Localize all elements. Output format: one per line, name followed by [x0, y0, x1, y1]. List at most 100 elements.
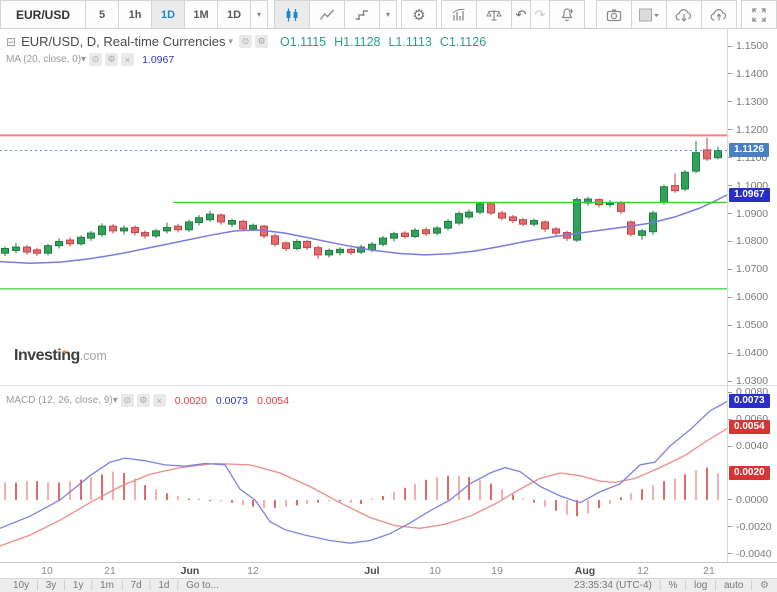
- time-axis-label: 21: [691, 565, 727, 577]
- chart-type-dropdown-icon[interactable]: ▾: [379, 0, 397, 29]
- load-chart-button[interactable]: [666, 0, 702, 29]
- candle-body: [466, 212, 473, 217]
- candle-body: [553, 229, 560, 233]
- step-line-icon: [354, 7, 370, 23]
- separator: |: [121, 580, 124, 591]
- save-chart-button[interactable]: [701, 0, 737, 29]
- fullscreen-button[interactable]: [741, 0, 777, 29]
- macd-histogram-bar: [209, 500, 211, 501]
- timeframe-1h[interactable]: 1h: [118, 0, 152, 29]
- line-chart-icon: [319, 7, 335, 23]
- chart-area[interactable]: ⊟ EUR/USD, D, Real-time Currencies ▾ ⊙ ⚙…: [0, 29, 727, 562]
- low-value: L1.1113: [388, 35, 431, 49]
- separator: |: [750, 580, 753, 591]
- macd-dropdown-icon[interactable]: ▾: [113, 395, 118, 406]
- timeframe-1d-custom[interactable]: 1D: [217, 0, 251, 29]
- macd-histogram-bar: [274, 500, 276, 508]
- candle-body: [99, 226, 106, 234]
- auto-scale-button[interactable]: auto: [724, 580, 743, 591]
- timeframe-5[interactable]: 5: [85, 0, 119, 29]
- price-tick-label: 1.0400: [728, 347, 768, 359]
- ma-gear-icon[interactable]: ⚙: [105, 53, 118, 66]
- range-1y-button[interactable]: 1y: [73, 580, 84, 591]
- chart-type-line-button[interactable]: [309, 0, 345, 29]
- symbol-button[interactable]: EUR/USD: [0, 0, 86, 29]
- compare-button[interactable]: [476, 0, 512, 29]
- percent-scale-button[interactable]: %: [668, 580, 677, 591]
- time-axis[interactable]: 1021Jun12Jul1019Aug1221: [0, 562, 777, 578]
- axis-settings-gear-icon[interactable]: ⚙: [760, 580, 769, 591]
- price-axis[interactable]: 1.15001.14001.13001.12001.11001.10001.09…: [727, 29, 777, 562]
- separator: |: [176, 580, 179, 591]
- ma-value: 1.0967: [142, 54, 174, 66]
- macd-histogram-bar: [317, 500, 319, 503]
- range-3y-button[interactable]: 3y: [46, 580, 57, 591]
- macd-histogram-bar: [177, 496, 179, 500]
- ma-eye-icon[interactable]: ⊙: [89, 53, 102, 66]
- macd-histogram-bar: [436, 477, 438, 500]
- time-axis-label: Jul: [354, 565, 390, 577]
- redo-button[interactable]: ↷: [530, 0, 550, 29]
- macd-tick-label: 0.0040: [728, 440, 768, 452]
- instrument-title[interactable]: EUR/USD, D, Real-time Currencies: [21, 34, 225, 49]
- ma-label[interactable]: MA (20, close, 0): [6, 54, 81, 65]
- macd-histogram-bar: [630, 493, 632, 500]
- ma-close-icon[interactable]: ×: [121, 53, 134, 66]
- candle-body: [380, 238, 387, 244]
- price-tick-label: 1.0500: [728, 319, 768, 331]
- indicators-button[interactable]: [441, 0, 477, 29]
- macd-badge: 0.0020: [729, 466, 770, 480]
- time-axis-label: 12: [625, 565, 661, 577]
- macd-eye-icon[interactable]: ⊙: [121, 394, 134, 407]
- legend-dropdown-icon[interactable]: ▾: [229, 36, 234, 47]
- candle-body: [229, 221, 236, 225]
- macd-histogram-bar: [706, 468, 708, 500]
- macd-histogram-bar: [350, 500, 352, 503]
- candlestick-icon: [284, 7, 300, 23]
- macd-close-icon[interactable]: ×: [153, 394, 166, 407]
- range-10y-button[interactable]: 10y: [13, 580, 29, 591]
- log-scale-button[interactable]: log: [694, 580, 707, 591]
- macd-label[interactable]: MACD (12, 26, close, 9): [6, 395, 113, 406]
- candle-body: [207, 214, 214, 220]
- clock-readout[interactable]: 23:35:34 (UTC-4): [574, 580, 652, 591]
- candle-body: [283, 243, 290, 249]
- price-tick-label: 1.1400: [728, 68, 768, 80]
- candle-body: [542, 222, 549, 229]
- timeframe-1d[interactable]: 1D: [151, 0, 185, 29]
- series-settings-gear-icon[interactable]: ⚙: [255, 35, 268, 48]
- ma-dropdown-icon[interactable]: ▾: [81, 54, 86, 65]
- timeframe-dropdown-icon[interactable]: ▾: [250, 0, 268, 29]
- top-toolbar: EUR/USD 5 1h 1D 1M 1D ▾ ▾: [0, 0, 777, 29]
- eye-icon[interactable]: ⊙: [239, 35, 252, 48]
- macd-histogram-bar: [155, 489, 157, 500]
- candle-body: [520, 220, 527, 224]
- candle-body: [315, 248, 322, 255]
- alert-button[interactable]: [549, 0, 585, 29]
- candle-body: [693, 153, 700, 171]
- screenshot-button[interactable]: [596, 0, 632, 29]
- macd-histogram-bar: [641, 489, 643, 500]
- macd-histogram-bar: [447, 476, 449, 500]
- indicators-icon: [451, 7, 467, 23]
- goto-button[interactable]: Go to...: [186, 580, 219, 591]
- range-7d-button[interactable]: 7d: [131, 580, 142, 591]
- chart-canvas[interactable]: [0, 29, 727, 562]
- macd-histogram-bar: [652, 485, 654, 500]
- candle-body: [682, 172, 689, 189]
- chart-type-step-button[interactable]: [344, 0, 380, 29]
- candle-body: [531, 221, 538, 225]
- chart-type-candles-button[interactable]: [274, 0, 310, 29]
- chart-settings-button[interactable]: ⚙: [401, 0, 437, 29]
- range-1m-button[interactable]: 1m: [100, 580, 114, 591]
- timeframe-1m[interactable]: 1M: [184, 0, 218, 29]
- range-1d-button[interactable]: 1d: [158, 580, 169, 591]
- macd-histogram-bar: [4, 482, 6, 500]
- macd-gear-icon[interactable]: ⚙: [137, 394, 150, 407]
- ma-legend: MA (20, close, 0) ▾ ⊙ ⚙ × 1.0967: [6, 53, 174, 66]
- undo-button[interactable]: ↶: [511, 0, 531, 29]
- collapse-icon[interactable]: ⊟: [6, 35, 16, 49]
- candle-body: [132, 228, 139, 233]
- layout-button[interactable]: [631, 0, 667, 29]
- candle-body: [24, 247, 31, 252]
